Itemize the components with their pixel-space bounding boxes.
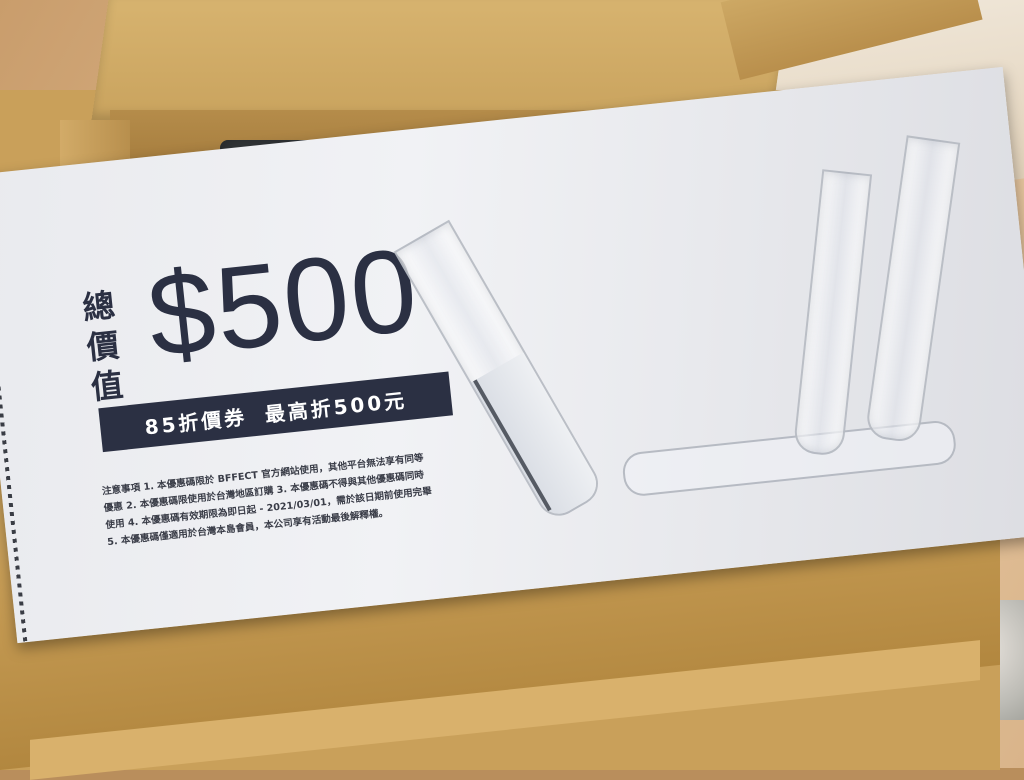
- title-char: 值: [89, 365, 125, 407]
- title-char: 價: [84, 325, 121, 368]
- title-char: 總: [80, 286, 117, 328]
- coupon-amount: $500: [142, 223, 426, 384]
- banner-discount: 85折價券: [143, 404, 249, 440]
- banner-max: 最高折500元: [263, 387, 409, 427]
